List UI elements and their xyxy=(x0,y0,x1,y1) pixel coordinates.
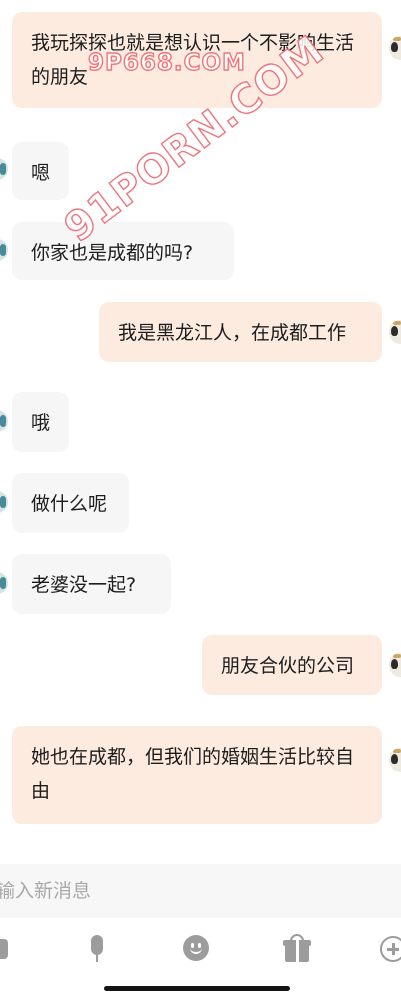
gift-icon[interactable] xyxy=(282,934,312,964)
message-text: 你家也是成都的吗? xyxy=(31,242,194,264)
contact-avatar[interactable] xyxy=(0,239,8,261)
message-bubble-sent[interactable]: 我是黑龙江人，在成都工作 xyxy=(99,302,382,362)
home-indicator[interactable] xyxy=(104,986,290,991)
contact-avatar[interactable] xyxy=(0,491,8,513)
message-text: 我是黑龙江人，在成都工作 xyxy=(118,322,347,344)
message-bubble-received[interactable]: 嗯 xyxy=(12,142,69,200)
message-text: 嗯 xyxy=(31,162,51,184)
message-bubble-sent[interactable]: 我玩探探也就是想认识一个不影响生活的朋友 xyxy=(12,12,382,108)
message-input[interactable]: 输入新消息 xyxy=(0,876,376,906)
message-bubble-received[interactable]: 哦 xyxy=(12,392,69,452)
message-composer[interactable]: 输入新消息 xyxy=(0,864,401,918)
plus-icon[interactable] xyxy=(378,934,401,964)
microphone-icon[interactable] xyxy=(82,934,112,964)
message-bubble-received[interactable]: 做什么呢 xyxy=(12,473,129,533)
my-avatar[interactable] xyxy=(389,748,401,772)
keyboard-icon[interactable] xyxy=(0,934,30,964)
message-bubble-received[interactable]: 你家也是成都的吗? xyxy=(12,222,234,280)
message-bubble-sent[interactable]: 她也在成都，但我们的婚姻生活比较自由 xyxy=(12,726,382,824)
my-avatar[interactable] xyxy=(389,320,401,344)
chat-screen: 我玩探探也就是想认识一个不影响生活的朋友 嗯 你家也是成都的吗? 我是黑龙江人，… xyxy=(0,0,401,1000)
contact-avatar[interactable] xyxy=(0,410,8,432)
contact-avatar[interactable] xyxy=(0,158,8,180)
message-bubble-sent[interactable]: 朋友合伙的公司 xyxy=(202,635,382,695)
emoji-icon[interactable] xyxy=(181,934,211,964)
contact-avatar[interactable] xyxy=(0,572,8,594)
message-text: 她也在成都，但我们的婚姻生活比较自由 xyxy=(31,746,355,802)
message-text: 做什么呢 xyxy=(31,493,108,515)
message-text: 哦 xyxy=(31,412,51,434)
message-text: 我玩探探也就是想认识一个不影响生活的朋友 xyxy=(31,32,355,88)
message-text: 老婆没一起? xyxy=(31,574,137,596)
my-avatar[interactable] xyxy=(389,653,401,677)
my-avatar[interactable] xyxy=(389,36,401,60)
message-bubble-received[interactable]: 老婆没一起? xyxy=(12,554,171,614)
message-text: 朋友合伙的公司 xyxy=(221,655,355,677)
